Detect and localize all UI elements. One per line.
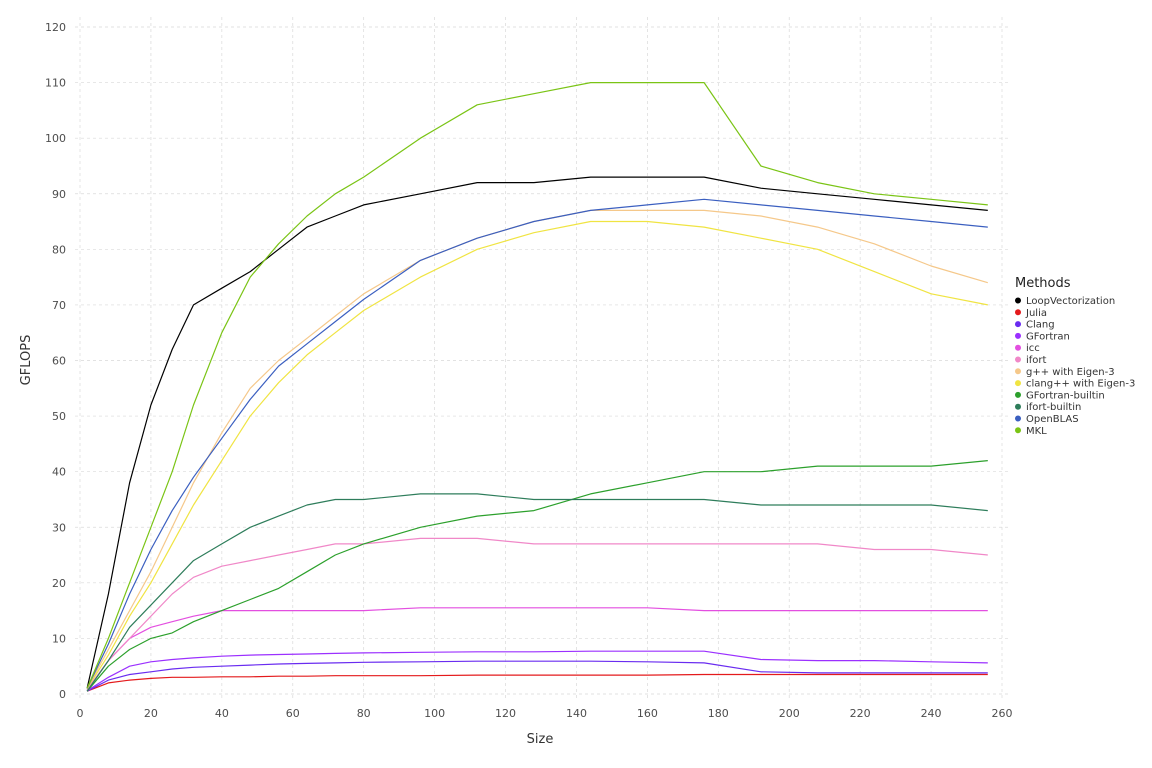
series-line-1 (86, 673, 988, 692)
x-tick-label: 100 (424, 707, 445, 720)
legend: Methods LoopVectorizationJuliaClangGFort… (1015, 276, 1135, 437)
legend-label: clang++ with Eigen-3 (1026, 379, 1135, 390)
x-tick-label: 240 (921, 707, 942, 720)
legend-key (1015, 356, 1021, 363)
legend-key (1015, 321, 1021, 328)
legend-label: MKL (1026, 426, 1047, 437)
x-tick-label: 160 (637, 707, 658, 720)
legend-key (1015, 380, 1021, 387)
y-tick-label: 70 (52, 299, 66, 312)
x-tick-label: 0 (77, 707, 84, 720)
legend-key (1015, 403, 1021, 410)
x-tick-label: 200 (779, 707, 800, 720)
x-tick-label: 120 (495, 707, 516, 720)
y-tick-label: 100 (45, 132, 66, 145)
y-tick-label: 120 (45, 21, 66, 34)
legend-key (1015, 427, 1021, 434)
legend-label: g++ with Eigen-3 (1026, 367, 1115, 378)
y-axis-title: GFLOPS (19, 335, 34, 386)
legend-label: GFortran (1026, 331, 1070, 342)
y-tick-label: 50 (52, 410, 66, 423)
x-tick-label: 260 (992, 707, 1013, 720)
x-ticks: 0 20 40 60 80 100 120 140 160 180 200 220 240 260 (77, 707, 1013, 720)
y-tick-label: 0 (59, 688, 66, 701)
legend-label: icc (1026, 343, 1040, 354)
legend-label: GFortran-builtin (1026, 390, 1105, 401)
legend-label: OpenBLAS (1026, 414, 1079, 425)
x-tick-label: 60 (286, 707, 300, 720)
legend-title: Methods (1015, 276, 1071, 291)
y-tick-label: 40 (52, 466, 66, 479)
x-tick-label: 80 (357, 707, 371, 720)
x-axis-title: Size (527, 732, 554, 747)
y-tick-label: 80 (52, 243, 66, 256)
y-tick-label: 90 (52, 188, 66, 201)
x-tick-label: 220 (850, 707, 871, 720)
legend-key (1015, 368, 1021, 375)
x-tick-label: 180 (708, 707, 729, 720)
series-line-6 (86, 209, 988, 689)
y-tick-label: 30 (52, 521, 66, 534)
legend-key (1015, 415, 1021, 422)
legend-label: ifort-builtin (1026, 402, 1081, 413)
legend-label: LoopVectorization (1026, 296, 1115, 307)
legend-key (1015, 344, 1021, 351)
legend-label: Clang (1026, 320, 1055, 331)
legend-key (1015, 297, 1021, 304)
legend-key (1015, 391, 1021, 398)
y-tick-label: 10 (52, 632, 66, 645)
y-tick-label: 60 (52, 355, 66, 368)
grid (75, 17, 1010, 699)
series-line-5 (86, 537, 988, 690)
x-tick-label: 140 (566, 707, 587, 720)
y-tick-label: 20 (52, 577, 66, 590)
series-line-11 (86, 81, 988, 689)
series-lines (86, 81, 988, 692)
y-ticks: 0 10 20 30 40 50 60 70 80 90 100 110 120 (45, 21, 66, 701)
legend-label: ifort (1026, 355, 1047, 366)
x-tick-label: 40 (215, 707, 229, 720)
x-tick-label: 20 (144, 707, 158, 720)
y-tick-label: 110 (45, 77, 66, 90)
chart: 0 20 40 60 80 100 120 140 160 180 200 220 240 260 0 10… (19, 17, 1135, 747)
legend-key (1015, 309, 1021, 316)
series-line-3 (86, 650, 988, 692)
series-line-2 (86, 660, 988, 692)
legend-key (1015, 332, 1021, 339)
legend-label: Julia (1025, 308, 1047, 319)
series-line-10 (86, 198, 988, 689)
series-line-7 (86, 220, 988, 689)
